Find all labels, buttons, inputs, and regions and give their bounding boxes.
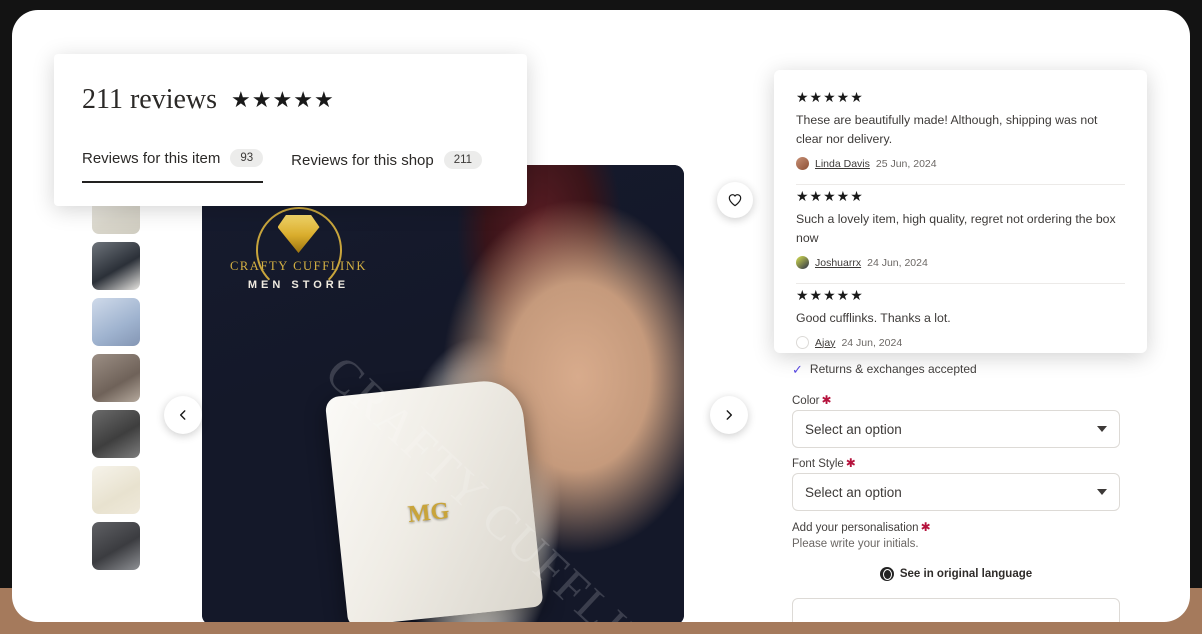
tab-reviews-for-item-badge: 93 [230,149,264,167]
monogram-text: MG [406,497,451,529]
personalisation-label: Add your personalisation ✱ [792,520,931,534]
tab-reviews-for-item-label: Reviews for this item [82,149,221,167]
screen-root: MG CRAFTY CUFFLINK MEN STORE CRAFTY CUFF… [0,0,1202,634]
review-stars: ★★★★★ [796,89,864,105]
reviews-tabs: Reviews for this item 93 Reviews for thi… [82,149,499,183]
thumbnail-7[interactable] [92,466,140,514]
review-item: ★★★★★ Such a lovely item, high quality, … [796,185,1125,285]
font-style-label: Font Style ✱ [792,456,856,470]
see-original-language-link[interactable]: See in original language [792,567,1120,581]
personalisation-label-text: Add your personalisation [792,522,919,534]
reviews-header-card: 211 reviews ★★★★★ Reviews for this item … [54,54,527,206]
store-logo: CRAFTY CUFFLINK MEN STORE [226,207,371,293]
check-icon: ✓ [792,361,803,377]
font-style-label-text: Font Style [792,458,844,470]
review-item: ★★★★★ These are beautifully made! Althou… [796,86,1125,186]
gallery-next-button[interactable] [710,396,748,434]
review-item: ★★★★★ Good cufflinks. Thanks a lot. Ajay… [796,284,1125,353]
chevron-down-icon [1097,426,1107,432]
reviews-count-title: 211 reviews [82,84,218,115]
main-product-image[interactable]: MG CRAFTY CUFFLINK MEN STORE CRAFTY CUFF… [202,165,684,622]
review-meta: Joshuarrx 24 Jun, 2024 [796,256,1125,270]
review-text: Such a lovely item, high quality, regret… [796,212,1116,246]
required-indicator-personalisation: ✱ [920,520,931,534]
review-author[interactable]: Ajay [815,337,835,349]
chevron-left-icon [179,410,186,420]
reviews-list-card: ★★★★★ These are beautifully made! Althou… [774,70,1147,353]
tab-reviews-for-shop[interactable]: Reviews for this shop 211 [291,151,483,183]
tab-reviews-for-shop-badge: 211 [443,151,483,169]
review-stars: ★★★★★ [796,287,864,304]
font-style-select[interactable]: Select an option [792,473,1120,511]
font-style-select-value: Select an option [805,484,902,500]
thumbnail-5[interactable] [92,354,140,402]
thumbnail-4[interactable] [92,298,140,346]
product-page: MG CRAFTY CUFFLINK MEN STORE CRAFTY CUFF… [12,10,1190,622]
gallery-prev-button[interactable] [164,396,202,434]
review-meta: Linda Davis 25 Jun, 2024 [796,157,1125,171]
color-label-text: Color [792,395,820,407]
chevron-right-icon [726,410,733,420]
returns-policy-row: ✓ Returns & exchanges accepted [792,362,977,376]
thumbnail-8[interactable] [92,522,140,570]
chevron-down-icon [1097,489,1107,495]
review-meta: Ajay 24 Jun, 2024 [796,336,1125,350]
see-original-language-text: See in original language [899,568,1033,580]
tab-reviews-for-item[interactable]: Reviews for this item 93 [82,149,264,183]
globe-icon [879,567,894,581]
review-text: Good cufflinks. Thanks a lot. [796,311,951,326]
thumbnail-6[interactable] [92,410,140,458]
favorite-button[interactable] [717,182,753,218]
returns-policy-text: Returns & exchanges accepted [809,362,977,376]
reviews-rating-stars: ★★★★★ [231,87,335,112]
review-date: 25 Jun, 2024 [875,157,937,170]
avatar [796,336,809,350]
review-author[interactable]: Joshuarrx [815,257,861,269]
color-label: Color ✱ [792,393,832,407]
required-indicator-color: ✱ [821,393,832,407]
review-date: 24 Jun, 2024 [841,336,903,349]
thumbnail-3[interactable] [92,242,140,290]
color-select[interactable]: Select an option [792,410,1120,448]
color-select-value: Select an option [805,421,902,437]
required-indicator-font: ✱ [845,456,856,470]
personalisation-input[interactable] [792,598,1120,622]
tab-reviews-for-shop-label: Reviews for this shop [291,151,434,169]
avatar [796,157,809,171]
avatar [796,256,809,270]
reviews-title-row: 211 reviews ★★★★★ [82,84,499,116]
review-text: These are beautifully made! Although, sh… [796,113,1098,147]
review-author[interactable]: Linda Davis [815,158,870,170]
review-date: 24 Jun, 2024 [867,256,928,269]
personalisation-hint: Please write your initials. [792,538,919,550]
review-stars: ★★★★★ [796,188,864,205]
heart-icon [728,194,742,207]
